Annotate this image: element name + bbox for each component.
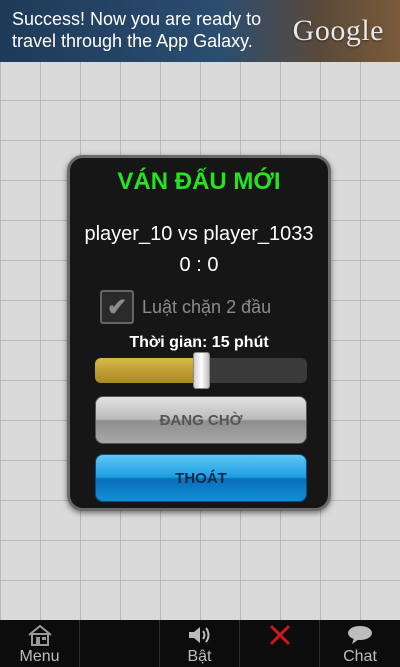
- speaker-icon: [186, 622, 214, 648]
- chat-bubble-icon: [346, 622, 374, 648]
- close-button[interactable]: [240, 620, 320, 667]
- time-slider[interactable]: [95, 352, 307, 389]
- rule-label: Luật chặn 2 đầu: [142, 296, 272, 317]
- close-x-icon: [268, 622, 292, 648]
- ad-text: Success! Now you are ready to travel thr…: [12, 9, 262, 51]
- new-game-dialog: VÁN ĐẤU MỚI player_10 vs player_1033 0 :…: [67, 155, 331, 511]
- menu-button[interactable]: Menu: [0, 620, 80, 667]
- score-label: 0 : 0: [179, 254, 219, 276]
- exit-button[interactable]: THOÁT: [95, 454, 307, 502]
- chat-button[interactable]: Chat: [320, 620, 400, 667]
- time-label: Thời gian: 15 phút: [129, 334, 269, 351]
- time-slider-fill: [95, 358, 201, 383]
- home-icon: [27, 622, 53, 648]
- waiting-button[interactable]: ĐANG CHỜ: [95, 396, 307, 444]
- rule-checkbox[interactable]: ✔: [100, 290, 134, 324]
- chat-label: Chat: [343, 648, 377, 665]
- menu-label: Menu: [19, 648, 60, 665]
- dialog-title: VÁN ĐẤU MỚI: [117, 168, 281, 195]
- toolbar-empty-slot: [80, 620, 160, 667]
- bottom-toolbar: Menu Bật Chat: [0, 620, 400, 667]
- block-two-ends-rule-option[interactable]: ✔ Luật chặn 2 đầu: [100, 288, 320, 326]
- checkmark-icon: ✔: [106, 293, 128, 321]
- sound-label: Bật: [187, 648, 212, 665]
- google-logo: Google: [292, 14, 384, 47]
- sound-toggle-button[interactable]: Bật: [160, 620, 240, 667]
- time-slider-thumb[interactable]: [193, 352, 210, 389]
- ad-banner[interactable]: Success! Now you are ready to travel thr…: [0, 0, 400, 62]
- players-label: player_10 vs player_1033: [84, 223, 314, 245]
